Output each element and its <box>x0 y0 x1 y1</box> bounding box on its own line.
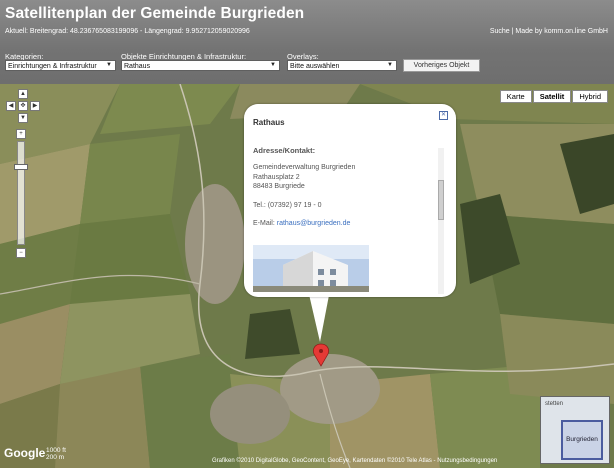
popup-street: Rathausplatz 2 <box>253 173 300 181</box>
objekte-select-value: Rathaus <box>124 63 151 70</box>
chevron-down-icon: ▼ <box>387 62 393 68</box>
pan-control: ▲ ◀ ✥ ▶ ▼ <box>5 89 41 125</box>
scale-meters: 200 m <box>46 454 65 461</box>
google-logo: Google <box>4 446 46 460</box>
popup-email-label: E-Mail: <box>253 220 275 227</box>
map-type-switcher: Karte Satellit Hybrid <box>499 90 608 103</box>
kategorien-select[interactable]: Einrichtungen & Infrastruktur ▼ <box>5 60 116 71</box>
map-type-karte[interactable]: Karte <box>499 90 532 103</box>
previous-object-button[interactable]: Vorheriges Objekt <box>403 59 480 72</box>
kategorien-select-value: Einrichtungen & Infrastruktur <box>8 63 97 70</box>
popup-email-row: E-Mail: rathaus@burgrieden.de <box>253 219 443 229</box>
overlays-select[interactable]: Bitte auswählen ▼ <box>287 60 397 71</box>
popup-section-heading: Adresse/Kontakt: <box>253 146 316 155</box>
popup-org: Gemeindeverwaltung Burgrieden <box>253 164 356 171</box>
zoom-in-icon[interactable]: + <box>16 129 26 139</box>
minimap-viewport[interactable]: Burgrieden <box>561 420 603 460</box>
map-copyright: Grafiken ©2010 DigitalGlobe, GeoContent,… <box>212 458 498 464</box>
pan-up-icon[interactable]: ▲ <box>18 89 28 99</box>
objekte-select[interactable]: Rathaus ▼ <box>121 60 280 71</box>
minimap-place-label: stetten <box>545 401 564 407</box>
popup-scroll-thumb[interactable] <box>438 180 444 220</box>
pan-down-icon[interactable]: ▼ <box>18 113 28 123</box>
town-hall-photo <box>253 245 369 292</box>
popup-phone: Tel.: (07392) 97 19 - 0 <box>253 201 322 209</box>
pan-right-icon[interactable]: ▶ <box>30 101 40 111</box>
zoom-slider-track[interactable] <box>17 141 25 245</box>
header-bar: Satellitenplan der Gemeinde Burgrieden A… <box>0 0 614 84</box>
map-scale: 1000 ft 200 m <box>46 447 66 461</box>
popup-email-link[interactable]: rathaus@burgrieden.de <box>277 220 351 227</box>
popup-scrollbar[interactable] <box>438 148 444 294</box>
info-window: ✕ Rathaus Adresse/Kontakt: Gemeindeverwa… <box>244 104 456 297</box>
map-type-satellit[interactable]: Satellit <box>532 90 572 103</box>
pan-left-icon[interactable]: ◀ <box>6 101 16 111</box>
popup-title: Rathaus <box>253 118 285 127</box>
map-type-hybrid[interactable]: Hybrid <box>572 90 608 103</box>
scale-feet: 1000 ft <box>46 447 66 454</box>
zoom-slider-handle[interactable] <box>14 164 28 170</box>
minimap-label: Burgrieden <box>566 436 598 443</box>
popup-tail <box>308 290 330 342</box>
coordinates-readout: Aktuell: Breitengrad: 48.236765083199096… <box>5 28 250 35</box>
top-links[interactable]: Suche | Made by komm.on.line GmbH <box>490 28 608 35</box>
chevron-down-icon: ▼ <box>270 62 276 68</box>
chevron-down-icon: ▼ <box>106 62 112 68</box>
overlays-select-value: Bitte auswählen <box>290 63 340 70</box>
pan-center-icon[interactable]: ✥ <box>18 101 28 111</box>
overview-minimap[interactable]: stetten Burgrieden <box>540 396 610 464</box>
zoom-out-icon[interactable]: − <box>16 248 26 258</box>
page-title: Satellitenplan der Gemeinde Burgrieden <box>5 5 305 22</box>
popup-city: 88483 Burgriede <box>253 183 305 190</box>
